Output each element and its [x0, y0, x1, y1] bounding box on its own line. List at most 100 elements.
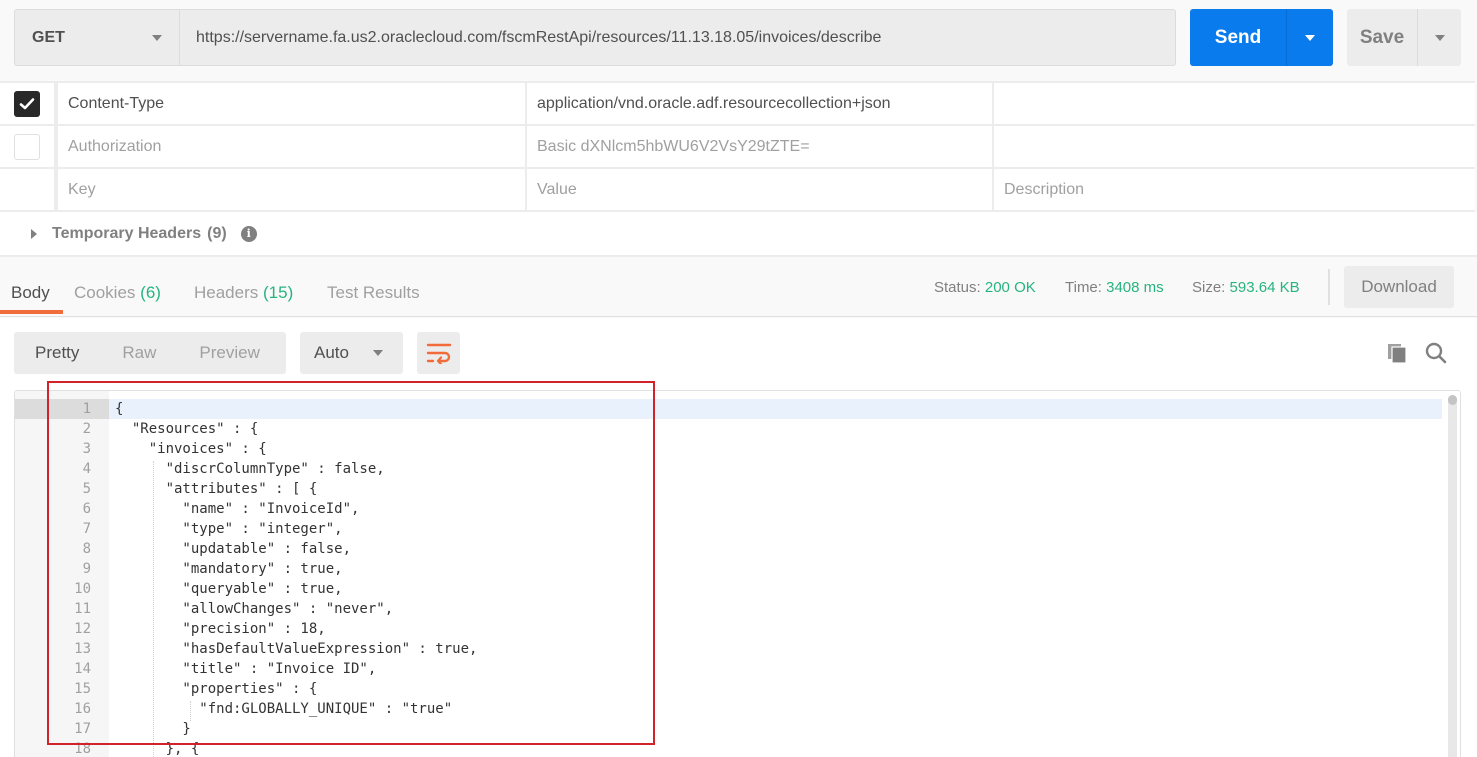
header-key-field[interactable]: Content-Type: [58, 83, 527, 124]
code-text: "name" : "InvoiceId",: [115, 501, 360, 517]
checkmark-icon: [19, 97, 35, 109]
code-text: "precision" : 18,: [115, 621, 326, 637]
code-text: "attributes" : [ {: [115, 481, 318, 497]
new-header-value-input[interactable]: Value: [527, 169, 994, 210]
temporary-headers-count: (9): [207, 224, 227, 242]
line-number: 1: [15, 399, 109, 419]
code-line: 18 }, {: [15, 739, 1442, 757]
code-text: "title" : "Invoice ID",: [115, 661, 377, 677]
line-number: 5: [82, 481, 91, 497]
code-line: 1{: [15, 399, 1442, 419]
code-line: 16 "fnd:GLOBALLY_UNIQUE" : "true": [15, 699, 1442, 719]
url-input[interactable]: https://servername.fa.us2.oraclecloud.co…: [179, 9, 1176, 66]
search-icon[interactable]: [1425, 342, 1447, 364]
active-tab-indicator: [0, 310, 63, 314]
headers-table: Content-Type application/vnd.oracle.adf.…: [0, 81, 1475, 212]
divider: [1328, 269, 1330, 305]
line-number: 2: [82, 421, 91, 437]
code-text: "type" : "integer",: [115, 521, 343, 537]
format-select[interactable]: Auto: [300, 332, 403, 374]
line-number: 6: [82, 501, 91, 517]
line-number: 15: [74, 681, 91, 697]
save-label: Save: [1359, 26, 1405, 48]
line-number: 18: [74, 741, 91, 757]
response-tabs: Body Cookies (6) Headers (15) Test Resul…: [0, 259, 1477, 317]
new-header-key-input[interactable]: Key: [58, 169, 527, 210]
chevron-down-icon: [1305, 34, 1315, 41]
time-value: 3408 ms: [1106, 279, 1164, 296]
header-enabled-checkbox[interactable]: [14, 133, 40, 160]
header-enabled-checkbox[interactable]: [14, 90, 40, 117]
line-number: 8: [82, 541, 91, 557]
header-description-field[interactable]: [994, 83, 1475, 124]
code-line: 2 "Resources" : {: [15, 419, 1442, 439]
code-line: 6 "name" : "InvoiceId",: [15, 499, 1442, 519]
code-line: 13 "hasDefaultValueExpression" : true,: [15, 639, 1442, 659]
line-number: 4: [82, 461, 91, 477]
line-number: 13: [74, 641, 91, 657]
code-line: 3 "invoices" : {: [15, 439, 1442, 459]
code-text: "queryable" : true,: [115, 581, 343, 597]
header-value-field[interactable]: Basic dXNlcm5hbWU6V2VsY29tZTE=: [527, 126, 994, 167]
request-bar: GET https://servername.fa.us2.oracleclou…: [0, 0, 1477, 80]
tab-cookies[interactable]: Cookies (6): [74, 283, 161, 303]
code-line: 8 "updatable" : false,: [15, 539, 1442, 559]
save-button[interactable]: Save: [1347, 9, 1461, 66]
wrap-lines-button[interactable]: [417, 332, 460, 374]
line-number: 14: [74, 661, 91, 677]
line-number: 17: [74, 721, 91, 737]
scroll-thumb[interactable]: [1448, 395, 1457, 405]
code-line: 5 "attributes" : [ {: [15, 479, 1442, 499]
send-button[interactable]: Send: [1190, 9, 1333, 66]
tab-body[interactable]: Body: [11, 283, 50, 303]
header-row-new: Key Value Description: [0, 169, 1475, 212]
mode-pretty[interactable]: Pretty: [35, 343, 79, 363]
status-readout: Status: 200 OK: [934, 279, 1036, 296]
code-text: "invoices" : {: [115, 441, 267, 457]
code-line: 4 "discrColumnType" : false,: [15, 459, 1442, 479]
code-line: 14 "title" : "Invoice ID",: [15, 659, 1442, 679]
vertical-scrollbar[interactable]: [1445, 391, 1460, 757]
scroll-track[interactable]: [1448, 395, 1457, 757]
download-button[interactable]: Download: [1344, 266, 1454, 308]
header-row: Authorization Basic dXNlcm5hbWU6V2VsY29t…: [0, 126, 1475, 169]
header-value-field[interactable]: application/vnd.oracle.adf.resourcecolle…: [527, 83, 994, 124]
line-number: 10: [74, 581, 91, 597]
indent-guide: [153, 461, 154, 757]
code-text: "fnd:GLOBALLY_UNIQUE" : "true": [115, 701, 453, 717]
line-number: 11: [74, 601, 91, 617]
size-value: 593.64 KB: [1229, 279, 1300, 296]
send-options-button[interactable]: [1286, 9, 1333, 66]
code-editor[interactable]: 1{2 "Resources" : {3 "invoices" : {4 "di…: [14, 390, 1461, 757]
temporary-headers-label: Temporary Headers: [52, 224, 202, 242]
view-mode-group: Pretty Raw Preview: [14, 332, 286, 374]
mode-raw[interactable]: Raw: [122, 343, 156, 363]
code-line: 15 "properties" : {: [15, 679, 1442, 699]
copy-icon[interactable]: [1386, 342, 1408, 364]
code-line: 17 }: [15, 719, 1442, 739]
info-icon[interactable]: i: [240, 225, 257, 242]
line-number: 3: [82, 441, 91, 457]
code-text: "allowChanges" : "never",: [115, 601, 394, 617]
mode-preview[interactable]: Preview: [199, 343, 259, 363]
header-description-field[interactable]: [994, 126, 1475, 167]
code-line: 7 "type" : "integer",: [15, 519, 1442, 539]
code-text: "hasDefaultValueExpression" : true,: [115, 641, 478, 657]
code-line: 11 "allowChanges" : "never",: [15, 599, 1442, 619]
code-text: "updatable" : false,: [115, 541, 352, 557]
line-number: 12: [74, 621, 91, 637]
method-select[interactable]: GET: [14, 9, 180, 66]
tab-headers[interactable]: Headers (15): [194, 283, 293, 303]
new-header-description-input[interactable]: Description: [994, 169, 1475, 210]
chevron-down-icon: [152, 34, 162, 41]
response-body: Pretty Raw Preview Auto 1{2 "Resources" …: [0, 318, 1477, 757]
code-line: 12 "precision" : 18,: [15, 619, 1442, 639]
code-text: {: [115, 401, 124, 417]
header-key-field[interactable]: Authorization: [58, 126, 527, 167]
code-text: "discrColumnType" : false,: [115, 461, 385, 477]
status-value: 200 OK: [984, 279, 1036, 296]
temporary-headers-toggle[interactable]: Temporary Headers (9) i: [0, 212, 1477, 257]
save-options-button[interactable]: [1417, 9, 1461, 66]
tab-test-results[interactable]: Test Results: [327, 283, 420, 303]
code-line: 10 "queryable" : true,: [15, 579, 1442, 599]
